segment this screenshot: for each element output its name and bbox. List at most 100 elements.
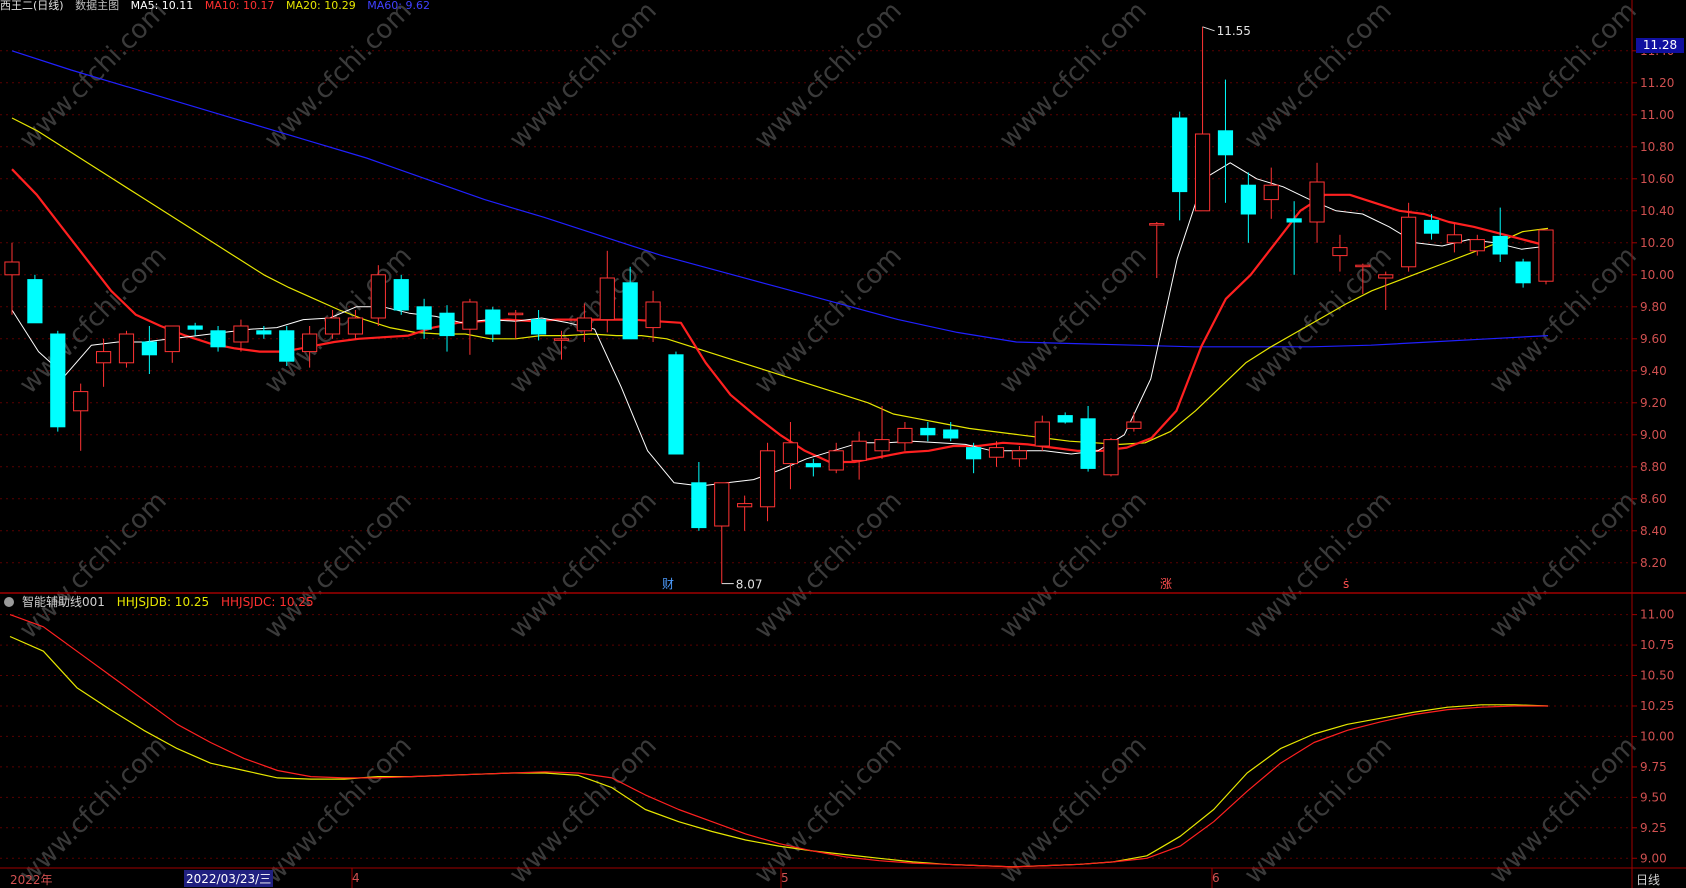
sub-indicator-name[interactable]: 智能辅助线001 xyxy=(22,595,105,609)
candle[interactable] xyxy=(462,298,478,355)
candle-body-down xyxy=(1217,130,1234,156)
candle[interactable] xyxy=(95,338,112,387)
candle-body-up xyxy=(988,447,1005,458)
candle[interactable] xyxy=(805,458,821,477)
candle[interactable] xyxy=(1378,271,1394,310)
candle[interactable] xyxy=(1034,415,1050,451)
collapse-icon[interactable] xyxy=(4,597,14,607)
candle-body-down xyxy=(50,333,66,428)
candle[interactable] xyxy=(897,422,913,451)
candle[interactable] xyxy=(73,383,89,451)
candle[interactable] xyxy=(393,274,409,315)
event-marker-cai[interactable]: 财 xyxy=(662,577,674,591)
candle[interactable] xyxy=(1011,446,1028,467)
candle-body-down xyxy=(920,427,936,436)
event-marker-s[interactable]: ṡ xyxy=(1343,577,1349,591)
candle[interactable] xyxy=(943,422,959,442)
candle-body-up xyxy=(576,317,592,332)
y-tick-label: 8.40 xyxy=(1640,524,1667,538)
candle[interactable] xyxy=(279,326,295,366)
candle[interactable] xyxy=(1217,79,1234,203)
y-tick-label: 8.60 xyxy=(1640,492,1667,506)
watermark: www.cfchi.com xyxy=(1239,486,1398,645)
watermark-layer: www.cfchi.com www.cfchi.com www.cfchi.com w… xyxy=(14,0,1643,888)
candle[interactable] xyxy=(920,422,936,442)
candle[interactable] xyxy=(966,442,982,474)
candle[interactable] xyxy=(439,305,455,352)
candle[interactable] xyxy=(1309,162,1325,243)
candle[interactable] xyxy=(759,442,776,522)
candle[interactable] xyxy=(210,326,226,352)
candle[interactable] xyxy=(1057,412,1073,424)
hhjsjdb-value: HHJSJDB: 10.25 xyxy=(116,595,210,609)
event-marker-zhang[interactable]: 涨 xyxy=(1160,576,1172,591)
watermark: www.cfchi.com xyxy=(749,486,908,645)
candle[interactable] xyxy=(737,495,753,531)
y-tick-label: 9.40 xyxy=(1640,364,1667,378)
candle-body-up xyxy=(73,391,89,412)
candle[interactable] xyxy=(233,319,249,352)
candle-body-up xyxy=(4,261,20,276)
candle[interactable] xyxy=(4,242,20,315)
indicator-name[interactable]: 数据主图 xyxy=(75,0,119,12)
low-price-label: 8.07 xyxy=(736,578,763,592)
candle[interactable] xyxy=(645,290,661,342)
candle[interactable] xyxy=(187,322,203,336)
candle[interactable] xyxy=(370,265,386,326)
watermark: www.cfchi.com xyxy=(504,731,663,888)
candle[interactable] xyxy=(1538,229,1554,285)
candle-body-down xyxy=(1492,235,1508,255)
y-tick-label: 11.00 xyxy=(1640,108,1674,122)
ma20-line xyxy=(11,117,1549,445)
candle[interactable] xyxy=(1172,111,1188,221)
candle-body-up xyxy=(1538,229,1554,282)
candle[interactable] xyxy=(828,442,844,474)
candle[interactable] xyxy=(1194,26,1211,212)
y-tick-label: 10.20 xyxy=(1640,236,1674,250)
candle-body-down xyxy=(141,341,157,356)
candle-body-up xyxy=(737,503,753,508)
candle[interactable] xyxy=(27,274,43,324)
candle[interactable] xyxy=(1332,234,1348,272)
candle[interactable] xyxy=(668,351,684,455)
candle-body-up xyxy=(782,442,799,465)
candle[interactable] xyxy=(141,326,157,374)
candle[interactable] xyxy=(1126,412,1142,432)
watermark: www.cfchi.com xyxy=(749,241,908,400)
candle[interactable] xyxy=(1446,223,1463,253)
candle[interactable] xyxy=(164,325,180,363)
candle-body-up xyxy=(1309,181,1325,223)
candle[interactable] xyxy=(1515,258,1531,288)
candle-body-up xyxy=(370,274,386,319)
chart-canvas: www.cfchi.com www.cfchi.com www.cfchi.com w… xyxy=(0,0,1686,888)
candle[interactable] xyxy=(874,406,890,459)
period-label[interactable]: 日线 xyxy=(1636,871,1660,888)
watermark: www.cfchi.com xyxy=(259,486,418,645)
ma60-value: MA60: 9.62 xyxy=(367,0,430,12)
candle[interactable] xyxy=(118,330,135,368)
candle[interactable] xyxy=(782,422,799,490)
candle[interactable] xyxy=(1149,222,1165,278)
candle[interactable] xyxy=(485,306,501,342)
candle[interactable] xyxy=(714,482,730,584)
y-tick-label: 10.75 xyxy=(1640,638,1674,652)
candle-body-down xyxy=(691,482,707,529)
candle-body-down xyxy=(622,282,638,340)
candle-body-down xyxy=(1057,415,1073,423)
candle[interactable] xyxy=(1103,438,1119,477)
x-label-selected-date[interactable]: 2022/03/23/三 xyxy=(184,870,274,887)
candle[interactable] xyxy=(508,310,524,339)
y-tick-label: 9.60 xyxy=(1640,332,1667,346)
watermark: www.cfchi.com xyxy=(1239,731,1398,888)
candle[interactable] xyxy=(1240,172,1256,243)
candle[interactable] xyxy=(691,462,707,531)
candle[interactable] xyxy=(851,431,867,480)
candle[interactable] xyxy=(50,330,66,432)
candle-body-down xyxy=(439,312,455,337)
candle[interactable] xyxy=(1080,406,1096,472)
candle-body-up xyxy=(874,439,890,452)
candle-body-down xyxy=(27,279,43,324)
candle-body-up xyxy=(553,338,570,341)
candle-body-up xyxy=(347,317,364,335)
stock-title[interactable]: 西王⼆(日线) xyxy=(0,0,64,12)
